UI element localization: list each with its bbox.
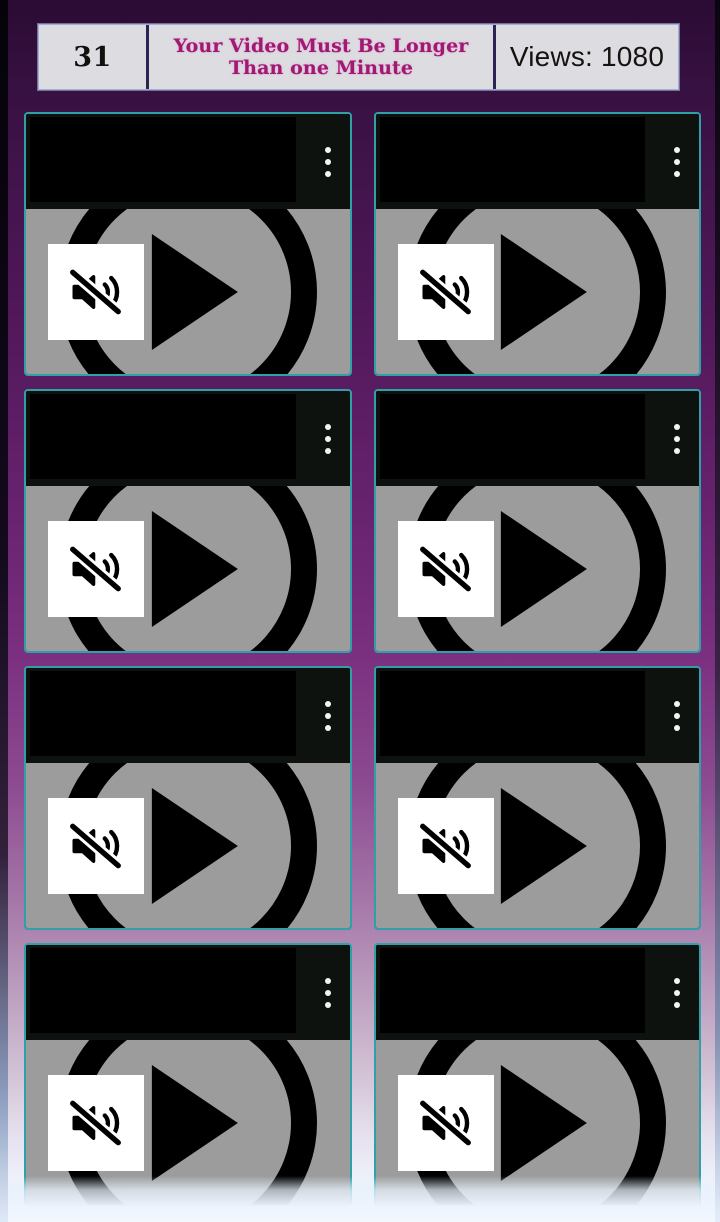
kebab-dot (674, 712, 680, 719)
video-card-6[interactable] (373, 666, 701, 930)
video-card-topbar (375, 945, 699, 1040)
mute-toggle-button[interactable] (397, 520, 494, 617)
kebab-dot (674, 989, 680, 996)
video-title-plate (379, 948, 645, 1033)
notice-cell: Your Video Must Be Longer Than one Minut… (149, 25, 496, 89)
kebab-dot (674, 435, 680, 442)
play-triangle-icon[interactable] (501, 1064, 588, 1181)
play-triangle-icon[interactable] (501, 787, 588, 904)
kebab-dot (674, 146, 680, 153)
video-card-3[interactable] (24, 389, 352, 653)
video-title-plate (30, 948, 296, 1033)
video-card-topbar (375, 114, 699, 209)
video-title-plate (30, 117, 296, 202)
kebab-dot (324, 700, 331, 707)
mute-toggle-button[interactable] (397, 243, 494, 340)
video-card-1[interactable] (24, 112, 352, 376)
kebab-dot (324, 447, 331, 454)
mute-speaker-icon (67, 266, 124, 317)
kebab-dot (324, 989, 331, 996)
video-thumbnail[interactable] (26, 1040, 350, 1205)
kebab-menu-icon[interactable] (324, 698, 332, 734)
kebab-dot (324, 712, 331, 719)
video-thumbnail[interactable] (375, 1040, 699, 1205)
video-title-plate (30, 394, 296, 479)
kebab-dot (324, 146, 331, 153)
kebab-dot (674, 1001, 680, 1008)
video-title-plate (379, 671, 645, 756)
mute-speaker-icon (67, 1097, 124, 1148)
kebab-menu-icon[interactable] (673, 975, 681, 1011)
play-triangle-icon[interactable] (151, 1064, 238, 1181)
video-card-topbar (26, 114, 350, 209)
kebab-dot (324, 724, 331, 731)
kebab-dot (324, 158, 331, 165)
notice-text: Your Video Must Be Longer Than one Minut… (173, 34, 469, 79)
video-thumbnail[interactable] (26, 209, 350, 374)
video-thumbnail[interactable] (26, 763, 350, 928)
kebab-dot (674, 977, 680, 984)
play-triangle-icon[interactable] (501, 233, 588, 350)
mute-speaker-icon (67, 820, 124, 871)
header-bar: 31 Your Video Must Be Longer Than one Mi… (38, 24, 679, 90)
play-triangle-icon[interactable] (151, 510, 238, 627)
kebab-menu-icon[interactable] (673, 144, 681, 180)
video-card-topbar (26, 668, 350, 763)
mute-toggle-button[interactable] (397, 1074, 494, 1171)
video-title-plate (379, 394, 645, 479)
left-edge-strip (0, 0, 8, 1222)
mute-toggle-button[interactable] (48, 520, 144, 617)
kebab-dot (674, 170, 680, 177)
kebab-menu-icon[interactable] (324, 421, 332, 457)
play-triangle-icon[interactable] (151, 233, 238, 350)
video-card-topbar (26, 945, 350, 1040)
kebab-dot (324, 977, 331, 984)
kebab-menu-icon[interactable] (673, 698, 681, 734)
kebab-dot (324, 170, 331, 177)
right-edge-strip (715, 0, 720, 1222)
play-triangle-icon[interactable] (151, 787, 238, 904)
video-thumbnail[interactable] (375, 209, 699, 374)
video-card-topbar (375, 668, 699, 763)
mute-toggle-button[interactable] (48, 797, 144, 894)
mute-toggle-button[interactable] (397, 797, 494, 894)
video-thumbnail[interactable] (375, 763, 699, 928)
kebab-menu-icon[interactable] (324, 144, 332, 180)
mute-speaker-icon (416, 266, 474, 317)
kebab-dot (674, 423, 680, 430)
video-card-5[interactable] (24, 666, 352, 930)
video-card-8[interactable] (373, 943, 701, 1207)
video-card-topbar (26, 391, 350, 486)
kebab-dot (674, 724, 680, 731)
views-cell[interactable]: Views: 1080 (496, 25, 678, 89)
video-count-cell[interactable]: 31 (39, 25, 149, 89)
kebab-dot (674, 700, 680, 707)
kebab-dot (674, 158, 680, 165)
kebab-dot (324, 423, 331, 430)
video-count-value: 31 (73, 41, 112, 73)
video-title-plate (379, 117, 645, 202)
mute-speaker-icon (416, 1097, 474, 1148)
kebab-menu-icon[interactable] (324, 975, 332, 1011)
mute-toggle-button[interactable] (48, 1074, 144, 1171)
mute-toggle-button[interactable] (48, 243, 144, 340)
app-root: 31 Your Video Must Be Longer Than one Mi… (0, 0, 720, 1222)
video-card-topbar (375, 391, 699, 486)
video-card-7[interactable] (24, 943, 352, 1207)
video-grid (24, 112, 701, 1207)
mute-speaker-icon (416, 820, 474, 871)
video-thumbnail[interactable] (375, 486, 699, 651)
play-triangle-icon[interactable] (501, 510, 588, 627)
video-card-2[interactable] (373, 112, 701, 376)
video-card-4[interactable] (373, 389, 701, 653)
kebab-dot (674, 447, 680, 454)
kebab-dot (324, 1001, 331, 1008)
video-thumbnail[interactable] (26, 486, 350, 651)
kebab-dot (324, 435, 331, 442)
mute-speaker-icon (67, 543, 124, 594)
kebab-menu-icon[interactable] (673, 421, 681, 457)
views-value: Views: 1080 (509, 41, 665, 72)
mute-speaker-icon (416, 543, 474, 594)
video-title-plate (30, 671, 296, 756)
